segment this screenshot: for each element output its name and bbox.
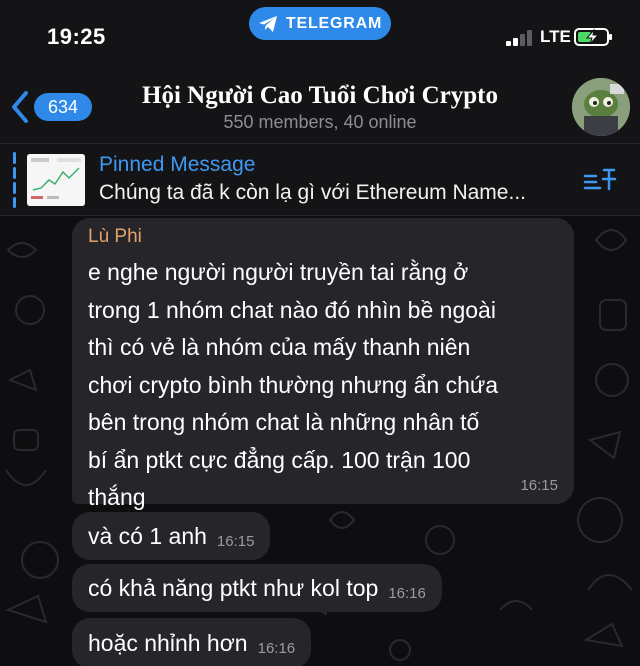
signal-bars-icon: [506, 30, 532, 46]
message-text: có khả năng ptkt như kol top: [88, 574, 379, 601]
message-bubble[interactable]: hoặc nhỉnh hơn 16:16: [72, 618, 312, 666]
network-type: LTE: [540, 27, 571, 46]
back-button[interactable]: 634: [10, 90, 92, 124]
group-avatar[interactable]: [572, 78, 630, 136]
pinned-indicator: [13, 152, 16, 208]
message-bubble[interactable]: và có 1 anh 16:15: [72, 512, 271, 560]
message-time: 16:15: [216, 532, 255, 550]
message-bubble[interactable]: có khả năng ptkt như kol top 16:16: [72, 564, 442, 612]
telegram-plane-icon: [258, 15, 277, 32]
return-to-telegram-pill[interactable]: TELEGRAM: [249, 7, 391, 40]
pinned-thumbnail: [27, 154, 85, 206]
message-text: hoặc nhỉnh hơn: [88, 629, 248, 656]
message-text: e nghe người người truyền tai rằng ở tro…: [88, 259, 499, 510]
unread-count-badge: 634: [34, 93, 92, 121]
message-time: 16:15: [520, 477, 558, 494]
chat-title[interactable]: Hội Người Cao Tuổi Chơi Crypto: [120, 82, 520, 110]
back-chevron-icon: [12, 91, 28, 123]
pinned-preview-text: Chúng ta đã k còn lạ gì với Ethereum Nam…: [99, 181, 526, 204]
pinned-title: Pinned Message: [99, 153, 256, 176]
message-time: 16:16: [388, 584, 426, 602]
status-bar: 19:25 TELEGRAM LTE: [0, 0, 640, 64]
chat-member-status: 550 members, 40 online: [223, 112, 417, 132]
message-text: và có 1 anh: [88, 522, 207, 549]
battery-charging-icon: [574, 28, 612, 46]
chat-header: 634 Hội Người Cao Tuổi Chơi Crypto 550 m…: [0, 64, 640, 144]
sender-name[interactable]: Lù Phi: [88, 226, 142, 248]
pinned-thumbnail-image: [27, 154, 85, 206]
message-bubble[interactable]: Lù Phi e nghe người người truyền tai rằn…: [72, 218, 574, 510]
pinned-message-bar[interactable]: Pinned Message Chúng ta đã k còn lạ gì v…: [0, 144, 640, 216]
message-time: 16:16: [257, 639, 296, 657]
pinned-list-icon[interactable]: [582, 167, 618, 195]
telegram-pill-label: TELEGRAM: [285, 14, 383, 32]
group-avatar-image: [572, 78, 630, 136]
status-clock: 19:25: [47, 24, 106, 49]
